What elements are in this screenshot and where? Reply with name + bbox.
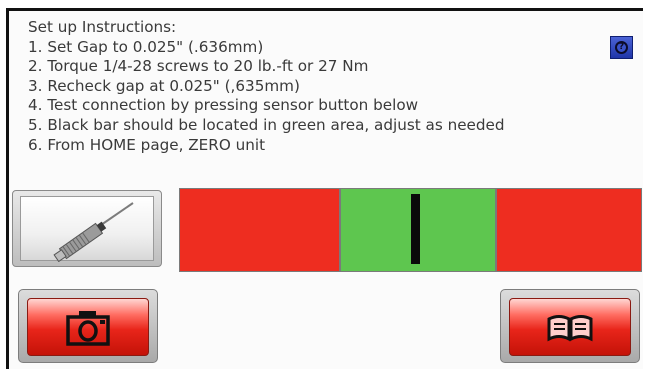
camera-button[interactable] [18,289,158,363]
setup-instructions: Set up Instructions: 1. Set Gap to 0.025… [28,18,588,155]
sensor-test-button[interactable] [12,190,162,267]
manual-button[interactable] [500,289,640,363]
gauge-zone-red-right [496,188,642,272]
instructions-heading: Set up Instructions: [28,18,177,36]
camera-icon [66,311,110,346]
help-button[interactable]: ? [610,36,633,59]
instruction-step: 3. Recheck gap at 0.025" (,635mm) [28,76,300,95]
help-icon: ? [615,41,628,54]
gap-gauge [179,188,642,272]
instruction-step: 4. Test connection by pressing sensor bu… [28,96,419,115]
open-book-icon [547,315,593,342]
instruction-step: 6. From HOME page, ZERO unit [28,135,266,154]
gauge-zone-red-left [179,188,340,272]
instruction-step: 5. Black bar should be located in green … [28,115,505,134]
proximity-sensor-icon [53,202,134,262]
instruction-step: 2. Torque 1/4-28 screws to 20 lb.-ft or … [28,57,369,76]
gauge-position-marker [410,194,420,264]
instruction-step: 1. Set Gap to 0.025" (.636mm) [28,37,264,56]
